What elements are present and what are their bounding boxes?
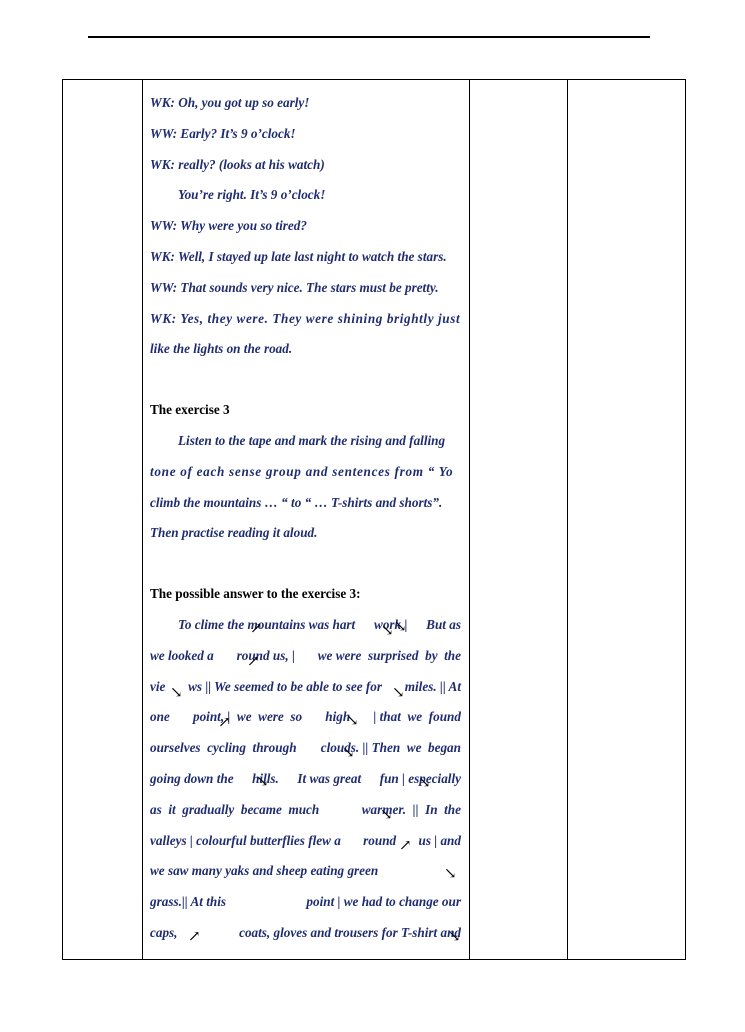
answer-line: vie ws || We seemed to be able to see for… [150, 672, 462, 703]
answer-line: To clime the mountains was hart work | But… [150, 610, 462, 641]
table-cell-column-3 [469, 79, 568, 960]
column-4-content [568, 80, 685, 98]
answer-line-segment: coats, gloves and trousers for T-shirt a… [239, 924, 461, 940]
dialogue-line: WK: Oh, you got up so early! [150, 95, 310, 110]
answer-line-segment: ws || We seemed to be able to see for [188, 678, 383, 694]
falling-tone-arrow-icon: ↘ [444, 866, 457, 883]
answer-line: one point, | we were so high | that we foun… [150, 702, 462, 733]
falling-tone-arrow-icon: ↘ [448, 928, 461, 945]
dialogue-line: WW: Why were you so tired? [150, 218, 307, 234]
exercise-3-line: Listen to the tape and mark the rising a… [178, 432, 446, 448]
table-cell-column-4 [567, 79, 686, 960]
answer-line-segment: one [150, 709, 170, 725]
exercise-3-heading: The exercise 3 [150, 402, 230, 418]
answer-line-text: vie ws || We seemed to be able to see for… [150, 672, 461, 703]
answer-line-segment: grass.|| At this [150, 894, 227, 910]
answer-line-text: valleys | colourful butterflies flew a ro… [150, 826, 461, 857]
answer-line-text: one point, | we were so high | that we foun… [150, 702, 461, 733]
answer-line-segment: point | we had to change our [306, 894, 461, 910]
answer-line-segment: vie [150, 678, 166, 694]
answer-line-text: as it gradually became much warmer. || In… [150, 795, 461, 826]
answer-line-segment: we were surprised by the [317, 647, 461, 663]
dialogue-line: WW: That sounds very nice. The stars mus… [150, 279, 439, 295]
dialogue-line: WK: Yes, they were. They were shining br… [150, 310, 461, 326]
answer-line-segment: caps, [150, 924, 178, 940]
answer-line: grass.|| At this point | we had to change… [150, 887, 462, 918]
answer-line-text: ourselves cycling through clouds. || Then… [150, 733, 461, 764]
answer-line-segment: miles. || At [404, 678, 461, 694]
answer-line-segment: warmer. || In the [361, 801, 461, 817]
answer-line-segment: going down the [150, 770, 234, 786]
dialogue-line: like the lights on the road. [150, 341, 293, 357]
answer-line: going down the hills. It was great fun | es… [150, 764, 462, 795]
answer-line: valleys | colourful butterflies flew a ro… [150, 826, 462, 857]
lesson-plan-table: WK: Oh, you got up so early! WW: Early? … [62, 79, 686, 960]
possible-answer-heading: The possible answer to the exercise 3: [150, 586, 361, 602]
exercise-3-line: Then practise reading it aloud. [150, 525, 318, 541]
table-cell-main-content: WK: Oh, you got up so early! WW: Early? … [142, 79, 470, 960]
answer-line-segment: point, | we were so [192, 709, 303, 725]
answer-line-segment: But as [426, 616, 461, 632]
dialogue-line: You’re right. It’s 9 o’clock! [178, 187, 326, 203]
table-cell-column-1 [62, 79, 143, 960]
dialogue-line: WW: Early? It’s 9 o’clock! [150, 125, 296, 141]
answer-line-segment: we looked a [150, 647, 214, 663]
exercise-3-line: tone of each sense group and sentences f… [150, 463, 454, 479]
main-content-body: WK: Oh, you got up so early! WW: Early? … [143, 80, 469, 959]
answer-line-segment: To clime the mountains was hart [178, 616, 356, 632]
answer-line-text: going down the hills. It was great fun | es… [150, 764, 461, 795]
column-3-content [470, 80, 567, 98]
falling-tone-arrow-icon: ↘ [394, 618, 407, 635]
dialogue-line: WK: Well, I stayed up late last night to… [150, 248, 447, 264]
table-row: WK: Oh, you got up so early! WW: Early? … [62, 79, 686, 960]
answer-line-text: we looked a round us, | we were surprised … [150, 641, 461, 672]
column-1-content [63, 80, 142, 98]
rising-tone-arrow-icon: ↗ [188, 928, 201, 945]
answer-line-text: To clime the mountains was hart work | But… [150, 610, 461, 641]
answer-line-segment: as it gradually became much [150, 801, 320, 817]
answer-line-segment: valleys | colourful butterflies flew a [150, 832, 341, 848]
answer-line-segment: round us, | [236, 647, 295, 663]
answer-line-segment: | that we found [373, 709, 461, 725]
document-page: WK: Oh, you got up so early! WW: Early? … [0, 0, 745, 1032]
dialogue-line: WK: really? (looks at his watch) [150, 156, 325, 172]
answer-line-segment: round [363, 832, 397, 848]
answer-line: caps, coats, gloves and trousers for T-sh… [150, 918, 462, 949]
answer-line: we looked a round us, | we were surprised … [150, 641, 462, 672]
answer-line-segment: we saw many yaks and sheep eating green [150, 863, 379, 879]
answer-line-text: grass.|| At this point | we had to change… [150, 887, 461, 918]
answer-line-segment: ourselves cycling through [150, 740, 297, 756]
answer-line-segment: It was great [297, 770, 362, 786]
answer-line-text: we saw many yaks and sheep eating green [150, 856, 461, 887]
answer-line-segment: us | and [418, 832, 462, 848]
falling-tone-arrow-icon: ↘ [256, 773, 269, 790]
answer-line: as it gradually became much warmer. || In… [150, 795, 462, 826]
header-divider-rule [88, 36, 650, 38]
exercise-3-line: climb the mountains … “ to “ … T-shirts … [150, 494, 443, 510]
possible-answer-body: To clime the mountains was hart work | But… [150, 610, 462, 949]
answer-line: ourselves cycling through clouds. || Then… [150, 733, 462, 764]
answer-line: we saw many yaks and sheep eating green ↘ [150, 856, 462, 887]
